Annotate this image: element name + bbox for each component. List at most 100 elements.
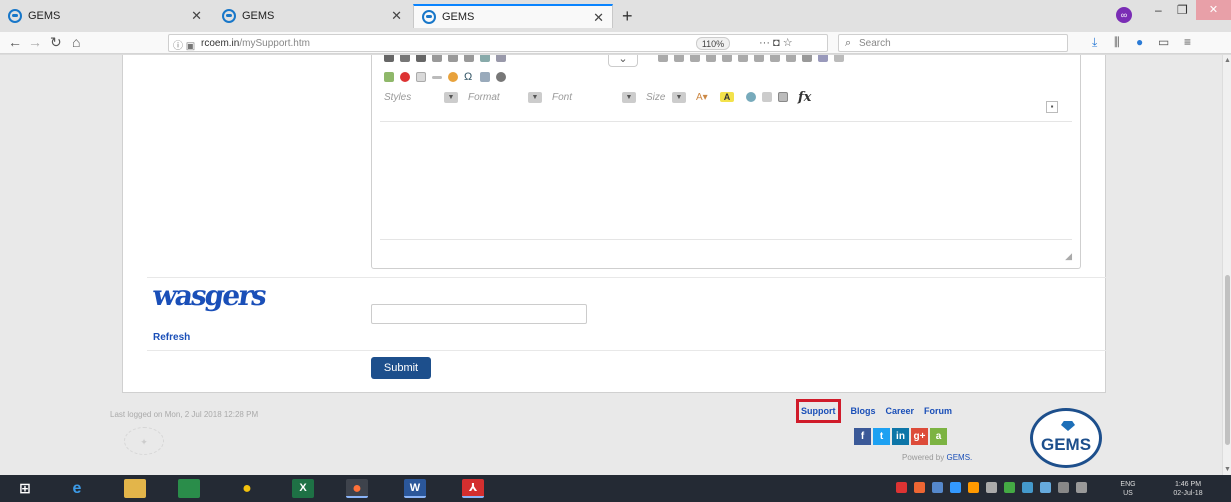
back-icon[interactable]: ← <box>8 34 22 50</box>
tray-app-icon[interactable] <box>1004 482 1015 493</box>
linkedin-icon[interactable]: in <box>892 428 909 445</box>
scroll-down-icon[interactable]: ▼ <box>1224 466 1231 473</box>
volume-icon[interactable] <box>1076 482 1087 493</box>
download-icon[interactable]: ⤓ <box>1092 35 1097 50</box>
table-icon[interactable] <box>416 72 426 82</box>
language-indicator[interactable]: ENG US <box>1118 480 1138 498</box>
gems-logo[interactable]: GEMS <box>1030 408 1102 468</box>
windows-start-icon[interactable]: ⊞ <box>14 479 36 498</box>
resize-grip-icon[interactable]: ◢ <box>1065 251 1072 262</box>
unlink-icon[interactable] <box>834 55 844 62</box>
font-combo[interactable]: Font ▼ <box>552 91 636 103</box>
flash-icon[interactable] <box>400 72 410 82</box>
formula-fx-icon[interactable]: fx <box>798 90 811 105</box>
minimize-icon[interactable]: – <box>1155 3 1162 17</box>
browser-tab-active[interactable]: GEMS ✕ <box>413 4 613 28</box>
blockquote-icon[interactable] <box>690 55 700 62</box>
twitter-icon[interactable]: t <box>873 428 890 445</box>
vertical-scrollbar[interactable]: ▲ ▼ <box>1222 55 1231 475</box>
browser-tab[interactable]: GEMS ✕ <box>0 4 210 28</box>
iframe-icon[interactable] <box>496 72 506 82</box>
about-icon[interactable] <box>778 92 788 102</box>
rtl-icon[interactable] <box>786 55 796 62</box>
window-close-icon[interactable]: ✕ <box>1196 0 1231 20</box>
acrobat-icon[interactable]: ⅄ <box>462 479 484 498</box>
indent-icon[interactable] <box>674 55 684 62</box>
bold-icon[interactable] <box>384 55 394 62</box>
submit-button[interactable]: Submit <box>371 357 431 379</box>
page-actions-icon[interactable]: ··· ◘ ☆ <box>759 36 793 49</box>
search-input[interactable]: ⌕ Search <box>838 34 1068 52</box>
android-icon[interactable]: a <box>930 428 947 445</box>
reload-icon[interactable]: ↻ <box>50 34 62 51</box>
collapse-toolbar-icon[interactable]: ⌄ <box>608 55 638 67</box>
align-center-icon[interactable] <box>722 55 732 62</box>
scrollbar-thumb[interactable] <box>1225 275 1230 445</box>
tray-app-icon[interactable] <box>932 482 943 493</box>
facebook-icon[interactable]: f <box>854 428 871 445</box>
edge-browser-icon[interactable]: e <box>66 479 88 498</box>
superscript-icon[interactable] <box>464 55 474 62</box>
outdent-icon[interactable] <box>658 55 668 62</box>
clock[interactable]: 1:46 PM 02-Jul-18 <box>1164 480 1212 498</box>
tray-app-icon[interactable] <box>950 482 961 493</box>
restore-icon[interactable]: ❐ <box>1177 3 1188 17</box>
tray-app-icon[interactable] <box>968 482 979 493</box>
italic-icon[interactable] <box>400 55 410 62</box>
forum-link[interactable]: Forum <box>924 406 952 416</box>
blogs-link[interactable]: Blogs <box>851 406 876 416</box>
link-icon[interactable] <box>802 55 812 62</box>
numbered-list-icon[interactable] <box>496 55 506 62</box>
tray-app-icon[interactable] <box>914 482 925 493</box>
google-plus-icon[interactable]: g+ <box>911 428 928 445</box>
styles-combo[interactable]: Styles ▼ <box>384 91 458 103</box>
text-color-icon[interactable]: A▾ <box>696 92 714 103</box>
menu-icon[interactable]: ≡ <box>1184 35 1191 49</box>
align-right-icon[interactable] <box>738 55 748 62</box>
refresh-captcha-link[interactable]: Refresh <box>153 332 190 343</box>
library-icon[interactable]: ⫼ <box>1114 35 1120 50</box>
ltr-icon[interactable] <box>770 55 780 62</box>
extension-infinity-icon[interactable]: ∞ <box>1116 7 1132 23</box>
close-tab-icon[interactable]: ✕ <box>391 8 402 24</box>
page-break-icon[interactable] <box>480 72 490 82</box>
excel-icon[interactable]: X <box>292 479 314 498</box>
tray-app-icon[interactable] <box>1022 482 1033 493</box>
underline-icon[interactable] <box>416 55 426 62</box>
remove-format-icon[interactable] <box>480 55 490 62</box>
expand-editor-icon[interactable]: ▪ <box>1046 101 1058 113</box>
tray-app-icon[interactable] <box>986 482 997 493</box>
maximize-view-icon[interactable] <box>746 92 756 102</box>
captcha-input[interactable] <box>371 304 587 324</box>
word-icon[interactable]: W <box>404 479 426 498</box>
close-tab-icon[interactable]: ✕ <box>593 10 604 26</box>
show-blocks-icon[interactable] <box>762 92 772 102</box>
close-tab-icon[interactable]: ✕ <box>191 8 202 24</box>
image-icon[interactable] <box>384 72 394 82</box>
home-icon[interactable]: ⌂ <box>72 34 80 50</box>
smiley-icon[interactable] <box>448 72 458 82</box>
sidebar-icon[interactable]: ▭ <box>1158 35 1169 49</box>
chrome-icon[interactable]: ● <box>236 479 258 498</box>
file-explorer-icon[interactable] <box>124 479 146 498</box>
sync-icon[interactable]: ● <box>1136 35 1143 49</box>
format-combo[interactable]: Format ▼ <box>468 91 542 103</box>
firefox-icon[interactable]: ● <box>346 479 368 498</box>
browser-tab[interactable]: GEMS ✕ <box>214 4 410 28</box>
strike-icon[interactable] <box>432 55 442 62</box>
tray-app-icon[interactable] <box>896 482 907 493</box>
special-char-icon[interactable]: Ω <box>464 72 474 83</box>
store-icon[interactable] <box>178 479 200 498</box>
forward-icon[interactable]: → <box>28 34 42 50</box>
justify-icon[interactable] <box>754 55 764 62</box>
url-bar[interactable]: ⓘ ▣ rcoem.in/mySupport.htm 110% ··· ◘ ☆ <box>168 34 828 52</box>
support-link[interactable]: Support <box>796 399 841 423</box>
site-info-icon[interactable]: ⓘ ▣ <box>173 37 195 52</box>
tray-app-icon[interactable] <box>1040 482 1051 493</box>
career-link[interactable]: Career <box>886 406 915 416</box>
align-left-icon[interactable] <box>706 55 716 62</box>
scroll-up-icon[interactable]: ▲ <box>1224 57 1231 64</box>
horizontal-rule-icon[interactable] <box>432 75 442 79</box>
anchor-icon[interactable] <box>818 55 828 62</box>
size-combo[interactable]: Size ▼ <box>646 91 686 103</box>
